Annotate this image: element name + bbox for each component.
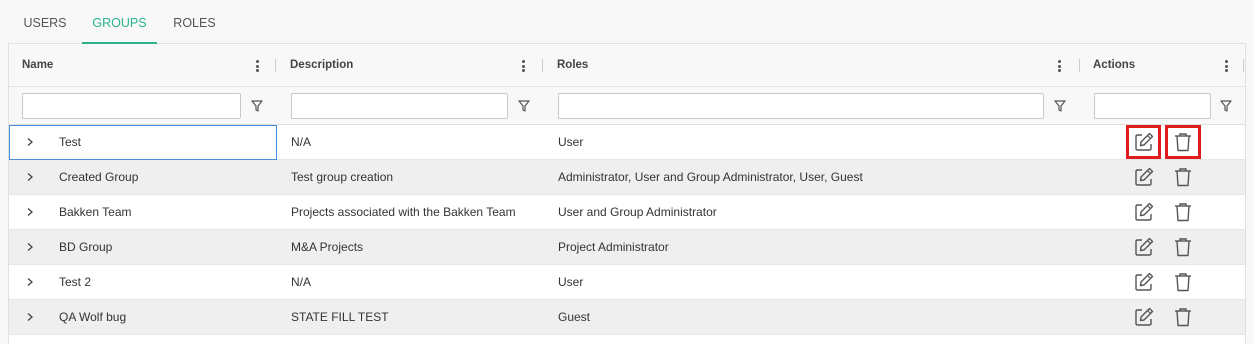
- group-roles: User: [558, 275, 584, 289]
- table-row[interactable]: QA Wolf bug STATE FILL TEST Guest: [9, 300, 1245, 335]
- chevron-right-icon[interactable]: [25, 207, 35, 217]
- group-description: N/A: [291, 135, 312, 149]
- trash-icon[interactable]: [1171, 200, 1195, 224]
- cell-focus-outline: [9, 125, 277, 160]
- filter-row: [9, 87, 1245, 125]
- kebab-menu-icon[interactable]: [522, 60, 526, 72]
- kebab-menu-icon[interactable]: [1225, 60, 1229, 72]
- chevron-right-icon[interactable]: [25, 312, 35, 322]
- groups-grid: Name Description Roles Actions Test N/A …: [8, 44, 1246, 344]
- column-header-actions[interactable]: Actions: [1080, 44, 1230, 87]
- column-separator[interactable]: [542, 59, 543, 72]
- group-name: BD Group: [59, 240, 113, 254]
- group-description: Test group creation: [291, 170, 394, 184]
- edit-icon[interactable]: [1132, 200, 1156, 224]
- trash-icon[interactable]: [1171, 165, 1195, 189]
- group-description: M&A Projects: [291, 240, 364, 254]
- edit-icon[interactable]: [1132, 165, 1156, 189]
- group-name: Created Group: [59, 170, 139, 184]
- group-roles: User: [558, 135, 584, 149]
- filter-icon[interactable]: [1054, 99, 1066, 113]
- group-roles: User and Group Administrator: [558, 205, 717, 219]
- filter-icon[interactable]: [518, 99, 530, 113]
- group-name: QA Wolf bug: [59, 310, 127, 324]
- trash-icon[interactable]: [1171, 235, 1195, 259]
- edit-icon[interactable]: [1132, 235, 1156, 259]
- table-row[interactable]: Test 2 N/A User: [9, 265, 1245, 300]
- actions-filter-input[interactable]: [1094, 93, 1211, 119]
- kebab-menu-icon[interactable]: [1058, 60, 1062, 72]
- group-description: N/A: [291, 275, 312, 289]
- chevron-right-icon[interactable]: [25, 277, 35, 287]
- table-row[interactable]: Created Group Test group creation Admini…: [9, 160, 1245, 195]
- column-header-name[interactable]: Name: [9, 44, 275, 87]
- group-description: Projects associated with the Bakken Team: [291, 205, 516, 219]
- trash-icon[interactable]: [1171, 305, 1195, 329]
- group-name: Test 2: [59, 275, 92, 289]
- table-row[interactable]: Bakken Team Projects associated with the…: [9, 195, 1245, 230]
- group-roles: Project Administrator: [558, 240, 669, 254]
- column-header-roles[interactable]: Roles: [544, 44, 1074, 87]
- filter-icon[interactable]: [251, 99, 263, 113]
- description-filter-input[interactable]: [291, 93, 508, 119]
- kebab-menu-icon[interactable]: [256, 60, 260, 72]
- tab-bar: USERS GROUPS ROLES: [8, 0, 1246, 44]
- column-separator[interactable]: [1243, 59, 1244, 72]
- trash-icon[interactable]: [1171, 130, 1195, 154]
- group-name: Bakken Team: [59, 205, 132, 219]
- group-description: STATE FILL TEST: [291, 310, 389, 324]
- edit-icon[interactable]: [1132, 270, 1156, 294]
- column-header-description[interactable]: Description: [277, 44, 543, 87]
- chevron-right-icon[interactable]: [25, 172, 35, 182]
- edit-icon[interactable]: [1132, 130, 1156, 154]
- name-filter-input[interactable]: [22, 93, 241, 119]
- chevron-right-icon[interactable]: [25, 242, 35, 252]
- tab-groups[interactable]: GROUPS: [82, 0, 157, 44]
- grid-header: Name Description Roles Actions: [9, 44, 1245, 87]
- table-row[interactable]: BD Group M&A Projects Project Administra…: [9, 230, 1245, 265]
- table-row[interactable]: Test N/A User: [9, 125, 1245, 160]
- edit-icon[interactable]: [1132, 305, 1156, 329]
- tab-roles[interactable]: ROLES: [157, 0, 232, 44]
- group-roles: Administrator, User and Group Administra…: [558, 170, 863, 184]
- group-roles: Guest: [558, 310, 591, 324]
- filter-icon[interactable]: [1220, 99, 1232, 113]
- roles-filter-input[interactable]: [558, 93, 1044, 119]
- column-separator[interactable]: [275, 59, 276, 72]
- tab-users[interactable]: USERS: [8, 0, 82, 44]
- trash-icon[interactable]: [1171, 270, 1195, 294]
